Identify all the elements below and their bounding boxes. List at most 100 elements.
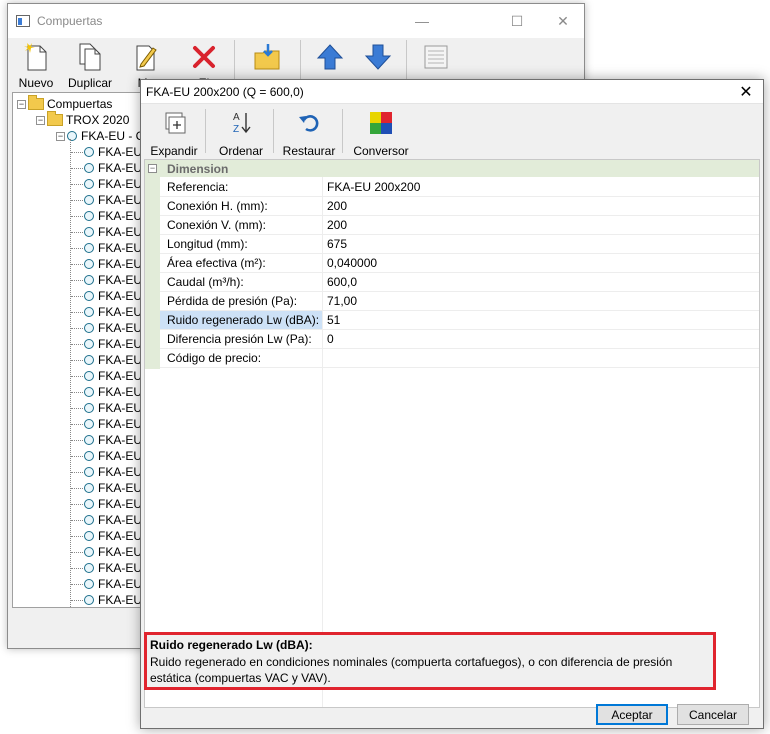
- main-titlebar[interactable]: Compuertas — ☐ ✕: [8, 4, 584, 38]
- duplicate-button[interactable]: Duplicar: [62, 38, 118, 90]
- delete-icon: [188, 41, 220, 72]
- property-value[interactable]: 0,040000: [327, 254, 377, 272]
- tree-item[interactable]: FKA-EU: [71, 256, 142, 272]
- tree-item[interactable]: FKA-EU: [71, 224, 142, 240]
- damper-icon: [84, 147, 94, 157]
- new-button[interactable]: Nuevo: [8, 38, 64, 90]
- tree-item[interactable]: FKA-EU: [71, 480, 142, 496]
- tree-item[interactable]: FKA-EU: [71, 160, 142, 176]
- property-name: Área efectiva (m²):: [167, 256, 266, 270]
- damper-icon: [84, 531, 94, 541]
- property-grid[interactable]: − Dimension Referencia: FKA-EU 200x200 Con…: [144, 159, 760, 708]
- property-value[interactable]: 200: [327, 216, 347, 234]
- tree-item[interactable]: FKA-EU: [71, 528, 142, 544]
- property-row[interactable]: Referencia: FKA-EU 200x200: [160, 178, 759, 197]
- tree-item[interactable]: FKA-EU: [71, 448, 142, 464]
- tree-item[interactable]: FKA-EU: [71, 176, 142, 192]
- property-value[interactable]: 71,00: [327, 292, 357, 310]
- tree-item[interactable]: FKA-EU: [71, 464, 142, 480]
- tree-item-label: FKA-EU: [98, 257, 143, 271]
- damper-icon: [67, 131, 77, 141]
- tree-item[interactable]: FKA-EU: [71, 272, 142, 288]
- tree-item[interactable]: FKA-EU: [71, 544, 142, 560]
- property-name: Diferencia presión Lw (Pa):: [167, 332, 312, 346]
- property-name: Longitud (mm):: [167, 237, 248, 251]
- property-value[interactable]: 600,0: [327, 273, 357, 291]
- damper-icon: [84, 355, 94, 365]
- cancel-button[interactable]: Cancelar: [677, 704, 749, 725]
- svg-text:A: A: [233, 112, 240, 123]
- collapse-icon[interactable]: −: [36, 115, 45, 125]
- damper-icon: [84, 387, 94, 397]
- modify-icon: [130, 41, 162, 72]
- tree-item-label: FKA-EU: [98, 305, 143, 319]
- damper-icon: [84, 179, 94, 189]
- tree-item[interactable]: FKA-EU: [71, 384, 142, 400]
- tree-item[interactable]: FKA-EU: [71, 288, 142, 304]
- tree-item-label: FKA-EU: [98, 593, 143, 607]
- property-name: Referencia:: [167, 180, 229, 194]
- tree-item[interactable]: FKA-EU: [71, 352, 142, 368]
- help-title: Ruido regenerado Lw (dBA):: [150, 638, 313, 652]
- tree-item[interactable]: FKA-EU: [71, 496, 142, 512]
- tree-item[interactable]: FKA-EU: [71, 144, 142, 160]
- tree-item[interactable]: FKA-EU: [71, 192, 142, 208]
- minimize-icon[interactable]: —: [399, 4, 445, 38]
- sort-button[interactable]: A Z Ordenar: [217, 105, 265, 158]
- property-row[interactable]: Ruido regenerado Lw (dBA): 51: [160, 311, 759, 330]
- maximize-icon[interactable]: ☐: [494, 4, 540, 38]
- property-row[interactable]: Diferencia presión Lw (Pa): 0: [160, 330, 759, 349]
- category-row[interactable]: − Dimension: [145, 160, 759, 177]
- tree-item[interactable]: FKA-EU: [71, 576, 142, 592]
- property-row[interactable]: Conexión H. (mm): 200: [160, 197, 759, 216]
- tree-item[interactable]: FKA-EU: [71, 320, 142, 336]
- tree-item-label: FKA-EU: [98, 465, 143, 479]
- tree-item[interactable]: FKA-EU: [71, 304, 142, 320]
- tree-node-group[interactable]: − TROX 2020: [36, 111, 129, 128]
- restore-button[interactable]: Restaurar: [281, 105, 337, 158]
- tree-item[interactable]: FKA-EU: [71, 592, 143, 607]
- property-value[interactable]: 0: [327, 330, 334, 348]
- tree-item[interactable]: FKA-EU: [71, 336, 142, 352]
- property-row[interactable]: Longitud (mm): 675: [160, 235, 759, 254]
- tree-item[interactable]: FKA-EU: [71, 512, 142, 528]
- expand-button[interactable]: Expandir: [150, 105, 198, 158]
- collapse-icon[interactable]: −: [56, 131, 65, 141]
- close-icon[interactable]: ✕: [540, 4, 586, 38]
- tree-item[interactable]: FKA-EU: [71, 416, 142, 432]
- property-value[interactable]: 200: [327, 197, 347, 215]
- tree-node-root[interactable]: − Compuertas: [17, 95, 112, 112]
- tree-item[interactable]: FKA-EU: [71, 560, 142, 576]
- property-row[interactable]: Código de precio:: [160, 349, 759, 368]
- tree-item[interactable]: FKA-EU: [71, 208, 142, 224]
- damper-icon: [84, 483, 94, 493]
- property-row[interactable]: Pérdida de presión (Pa): 71,00: [160, 292, 759, 311]
- converter-icon: [368, 110, 394, 136]
- tree-item-label: FKA-EU: [98, 417, 143, 431]
- tree-item-label: FKA-EU: [98, 401, 143, 415]
- damper-icon: [84, 163, 94, 173]
- close-icon[interactable]: ✕: [729, 80, 763, 104]
- dialog-titlebar[interactable]: FKA-EU 200x200 (Q = 600,0) ✕: [141, 80, 763, 104]
- property-row[interactable]: Caudal (m³/h): 600,0: [160, 273, 759, 292]
- property-row[interactable]: Área efectiva (m²): 0,040000: [160, 254, 759, 273]
- property-row[interactable]: Conexión V. (mm): 200: [160, 216, 759, 235]
- tree-item[interactable]: FKA-EU: [71, 368, 142, 384]
- tree-item-label: FKA-EU: [98, 209, 143, 223]
- damper-icon: [84, 403, 94, 413]
- collapse-icon[interactable]: −: [17, 99, 26, 109]
- tree-item[interactable]: FKA-EU: [71, 432, 142, 448]
- converter-button[interactable]: Conversor: [353, 105, 409, 158]
- property-value[interactable]: 51: [327, 311, 340, 329]
- property-value[interactable]: 675: [327, 235, 347, 253]
- collapse-icon[interactable]: −: [148, 164, 157, 173]
- folder-icon: [28, 95, 44, 110]
- property-name: Conexión V. (mm):: [167, 218, 266, 232]
- tree-item-label: FKA-EU: [98, 289, 143, 303]
- property-value[interactable]: FKA-EU 200x200: [327, 178, 420, 196]
- property-name: Conexión H. (mm):: [167, 199, 268, 213]
- tree-item[interactable]: FKA-EU: [71, 400, 142, 416]
- tree-item[interactable]: FKA-EU: [71, 240, 142, 256]
- accept-button[interactable]: Aceptar: [596, 704, 668, 725]
- property-name: Pérdida de presión (Pa):: [167, 294, 298, 308]
